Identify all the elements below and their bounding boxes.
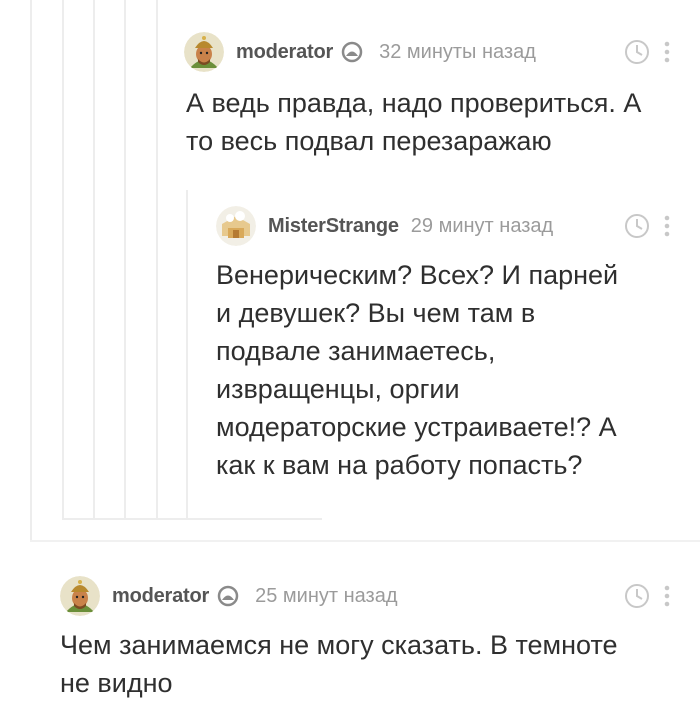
moderator-shield-icon bbox=[217, 585, 239, 607]
comment-time[interactable]: 25 минут назад bbox=[255, 585, 397, 608]
thread-divider bbox=[62, 518, 322, 520]
comment-actions bbox=[624, 576, 672, 616]
comment-text: Венерическим? Всех? И парней и девушек? … bbox=[216, 260, 619, 480]
comment-text: А ведь правда, надо провериться. А то ве… bbox=[186, 88, 642, 156]
thread-line bbox=[30, 0, 32, 540]
comment-header: moderator 25 минут назад bbox=[60, 576, 398, 616]
more-options-icon[interactable] bbox=[662, 213, 672, 239]
moderator-shield-icon bbox=[341, 41, 363, 63]
comment-author[interactable]: moderator bbox=[236, 41, 333, 64]
more-options-icon[interactable] bbox=[662, 39, 672, 65]
thread-divider bbox=[30, 540, 700, 542]
moderator-avatar[interactable] bbox=[60, 576, 100, 616]
comment-author[interactable]: MisterStrange bbox=[268, 215, 399, 238]
comment-text: Чем занимаемся не могу сказать. В темнот… bbox=[60, 630, 618, 698]
clock-icon[interactable] bbox=[624, 583, 650, 609]
more-options-icon[interactable] bbox=[662, 583, 672, 609]
clock-icon[interactable] bbox=[624, 213, 650, 239]
thread-line bbox=[124, 0, 126, 520]
comment-header: MisterStrange 29 минут назад bbox=[216, 206, 553, 246]
moderator-avatar[interactable] bbox=[184, 32, 224, 72]
comment-header: moderator 32 минуты назад bbox=[184, 32, 536, 72]
misterstrange-avatar[interactable] bbox=[216, 206, 256, 246]
comment-actions bbox=[624, 206, 672, 246]
comment-time[interactable]: 29 минут назад bbox=[411, 215, 553, 238]
comment-author[interactable]: moderator bbox=[112, 585, 209, 608]
thread-line bbox=[93, 0, 95, 520]
thread-line bbox=[62, 0, 64, 520]
comment-time[interactable]: 32 минуты назад bbox=[379, 41, 536, 64]
comment-actions bbox=[624, 32, 672, 72]
thread-line bbox=[156, 0, 158, 520]
thread-line bbox=[186, 190, 188, 520]
clock-icon[interactable] bbox=[624, 39, 650, 65]
